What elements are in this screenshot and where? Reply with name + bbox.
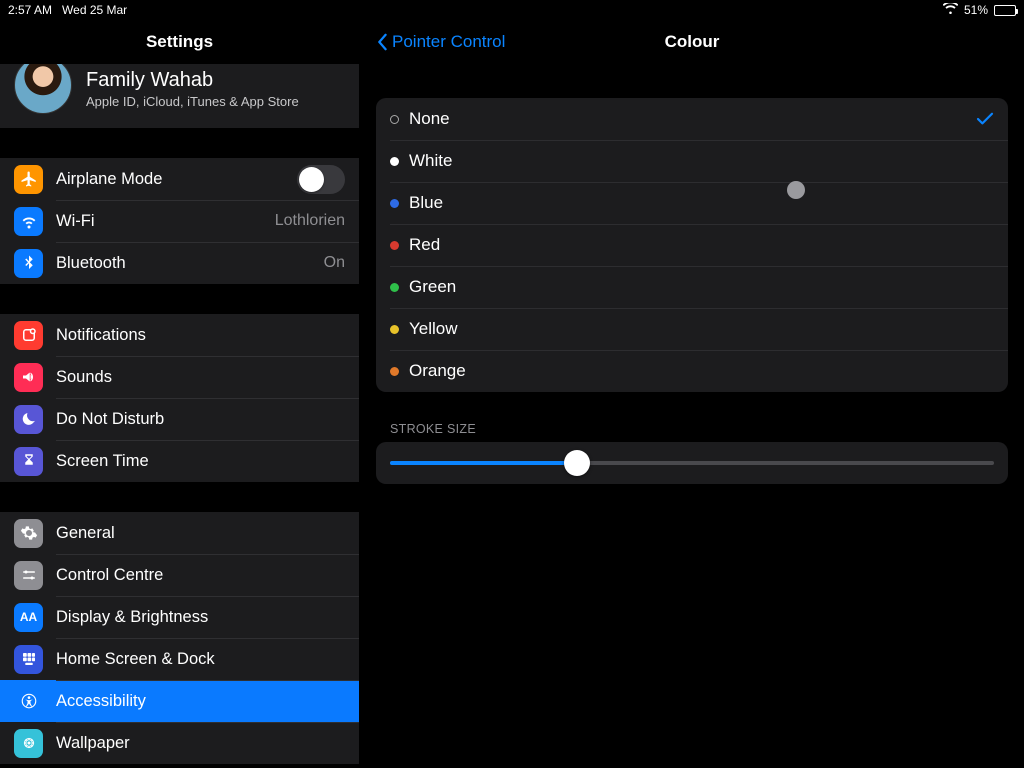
moon-icon — [14, 405, 43, 434]
colour-option-green[interactable]: Green — [376, 266, 1008, 308]
slider-fill — [390, 461, 577, 465]
notifications-icon — [14, 321, 43, 350]
sidebar-item-label: Screen Time — [56, 452, 345, 471]
sidebar-item-screentime[interactable]: Screen Time — [0, 440, 359, 482]
colour-swatch — [390, 283, 399, 292]
sidebar-item-label: Control Centre — [56, 566, 345, 585]
colour-label: Green — [409, 277, 994, 297]
colour-label: Orange — [409, 361, 994, 381]
gear-icon — [14, 519, 43, 548]
colour-swatch — [390, 367, 399, 376]
appleid-row[interactable]: Family Wahab Apple ID, iCloud, iTunes & … — [0, 64, 359, 128]
wifi-icon — [943, 3, 958, 17]
colour-option-red[interactable]: Red — [376, 224, 1008, 266]
settings-sidebar: Settings Family Wahab Apple ID, iCloud, … — [0, 20, 360, 768]
sidebar-item-display[interactable]: AA Display & Brightness — [0, 596, 359, 638]
colour-option-blue[interactable]: Blue — [376, 182, 1008, 224]
sidebar-item-homescreen[interactable]: Home Screen & Dock — [0, 638, 359, 680]
sidebar-item-label: Wallpaper — [56, 734, 345, 753]
battery-icon — [994, 5, 1016, 16]
back-button[interactable]: Pointer Control — [376, 32, 505, 52]
colour-swatch — [390, 241, 399, 250]
sidebar-item-bluetooth[interactable]: Bluetooth On — [0, 242, 359, 284]
sidebar-item-controlcentre[interactable]: Control Centre — [0, 554, 359, 596]
colour-option-orange[interactable]: Orange — [376, 350, 1008, 392]
sidebar-item-wallpaper[interactable]: Wallpaper — [0, 722, 359, 764]
colour-label: Blue — [409, 193, 994, 213]
avatar — [14, 64, 72, 114]
sidebar-item-label: Do Not Disturb — [56, 410, 345, 429]
battery-pct: 51% — [964, 3, 988, 17]
status-bar: 2:57 AM Wed 25 Mar 51% — [0, 0, 1024, 20]
grid-icon — [14, 645, 43, 674]
colour-swatch — [390, 115, 399, 124]
colour-option-yellow[interactable]: Yellow — [376, 308, 1008, 350]
sidebar-item-label: Sounds — [56, 368, 345, 387]
sidebar-item-label: Home Screen & Dock — [56, 650, 345, 669]
sidebar-item-label: Accessibility — [56, 692, 345, 711]
colour-list: None White Blue Red Green Yellow Orange — [376, 98, 1008, 392]
sidebar-item-label: Bluetooth — [56, 254, 324, 273]
sidebar-item-airplane[interactable]: Airplane Mode — [0, 158, 359, 200]
colour-label: White — [409, 151, 994, 171]
airplane-toggle[interactable] — [297, 165, 345, 194]
sidebar-item-notifications[interactable]: Notifications — [0, 314, 359, 356]
bluetooth-value: On — [324, 254, 345, 272]
text-size-icon: AA — [14, 603, 43, 632]
status-date: Wed 25 Mar — [62, 3, 127, 17]
colour-option-white[interactable]: White — [376, 140, 1008, 182]
airplane-icon — [14, 165, 43, 194]
back-label: Pointer Control — [392, 32, 505, 52]
sidebar-item-label: General — [56, 524, 345, 543]
slider-thumb[interactable] — [564, 450, 590, 476]
sidebar-item-dnd[interactable]: Do Not Disturb — [0, 398, 359, 440]
check-icon — [976, 112, 994, 126]
bluetooth-icon — [14, 249, 43, 278]
sidebar-item-label: Display & Brightness — [56, 608, 345, 627]
wifi-settings-icon — [14, 207, 43, 236]
slider-track — [390, 461, 994, 465]
status-time: 2:57 AM — [8, 3, 52, 17]
wifi-value: Lothlorien — [275, 212, 345, 230]
colour-option-none[interactable]: None — [376, 98, 1008, 140]
sidebar-item-wifi[interactable]: Wi-Fi Lothlorien — [0, 200, 359, 242]
hourglass-icon — [14, 447, 43, 476]
sidebar-item-label: Wi-Fi — [56, 212, 275, 231]
sidebar-item-general[interactable]: General — [0, 512, 359, 554]
colour-label: None — [409, 109, 976, 129]
detail-pane: Pointer Control Colour NoneWhiteBlueRedG… — [360, 20, 1024, 768]
profile-name: Family Wahab — [86, 69, 299, 92]
sidebar-item-label: Airplane Mode — [56, 170, 297, 189]
stroke-size-label: STROKE SIZE — [390, 422, 1008, 436]
chevron-left-icon — [376, 33, 388, 51]
colour-swatch — [390, 157, 399, 166]
colour-swatch — [390, 325, 399, 334]
colour-label: Red — [409, 235, 994, 255]
sidebar-title: Settings — [0, 20, 359, 64]
sidebar-item-accessibility[interactable]: Accessibility — [0, 680, 359, 722]
sounds-icon — [14, 363, 43, 392]
wallpaper-icon — [14, 729, 43, 758]
stroke-size-slider[interactable] — [376, 442, 1008, 484]
colour-swatch — [390, 199, 399, 208]
accessibility-icon — [14, 687, 43, 716]
colour-label: Yellow — [409, 319, 994, 339]
sliders-icon — [14, 561, 43, 590]
profile-sub: Apple ID, iCloud, iTunes & App Store — [86, 94, 299, 109]
sidebar-item-label: Notifications — [56, 326, 345, 345]
sidebar-item-sounds[interactable]: Sounds — [0, 356, 359, 398]
